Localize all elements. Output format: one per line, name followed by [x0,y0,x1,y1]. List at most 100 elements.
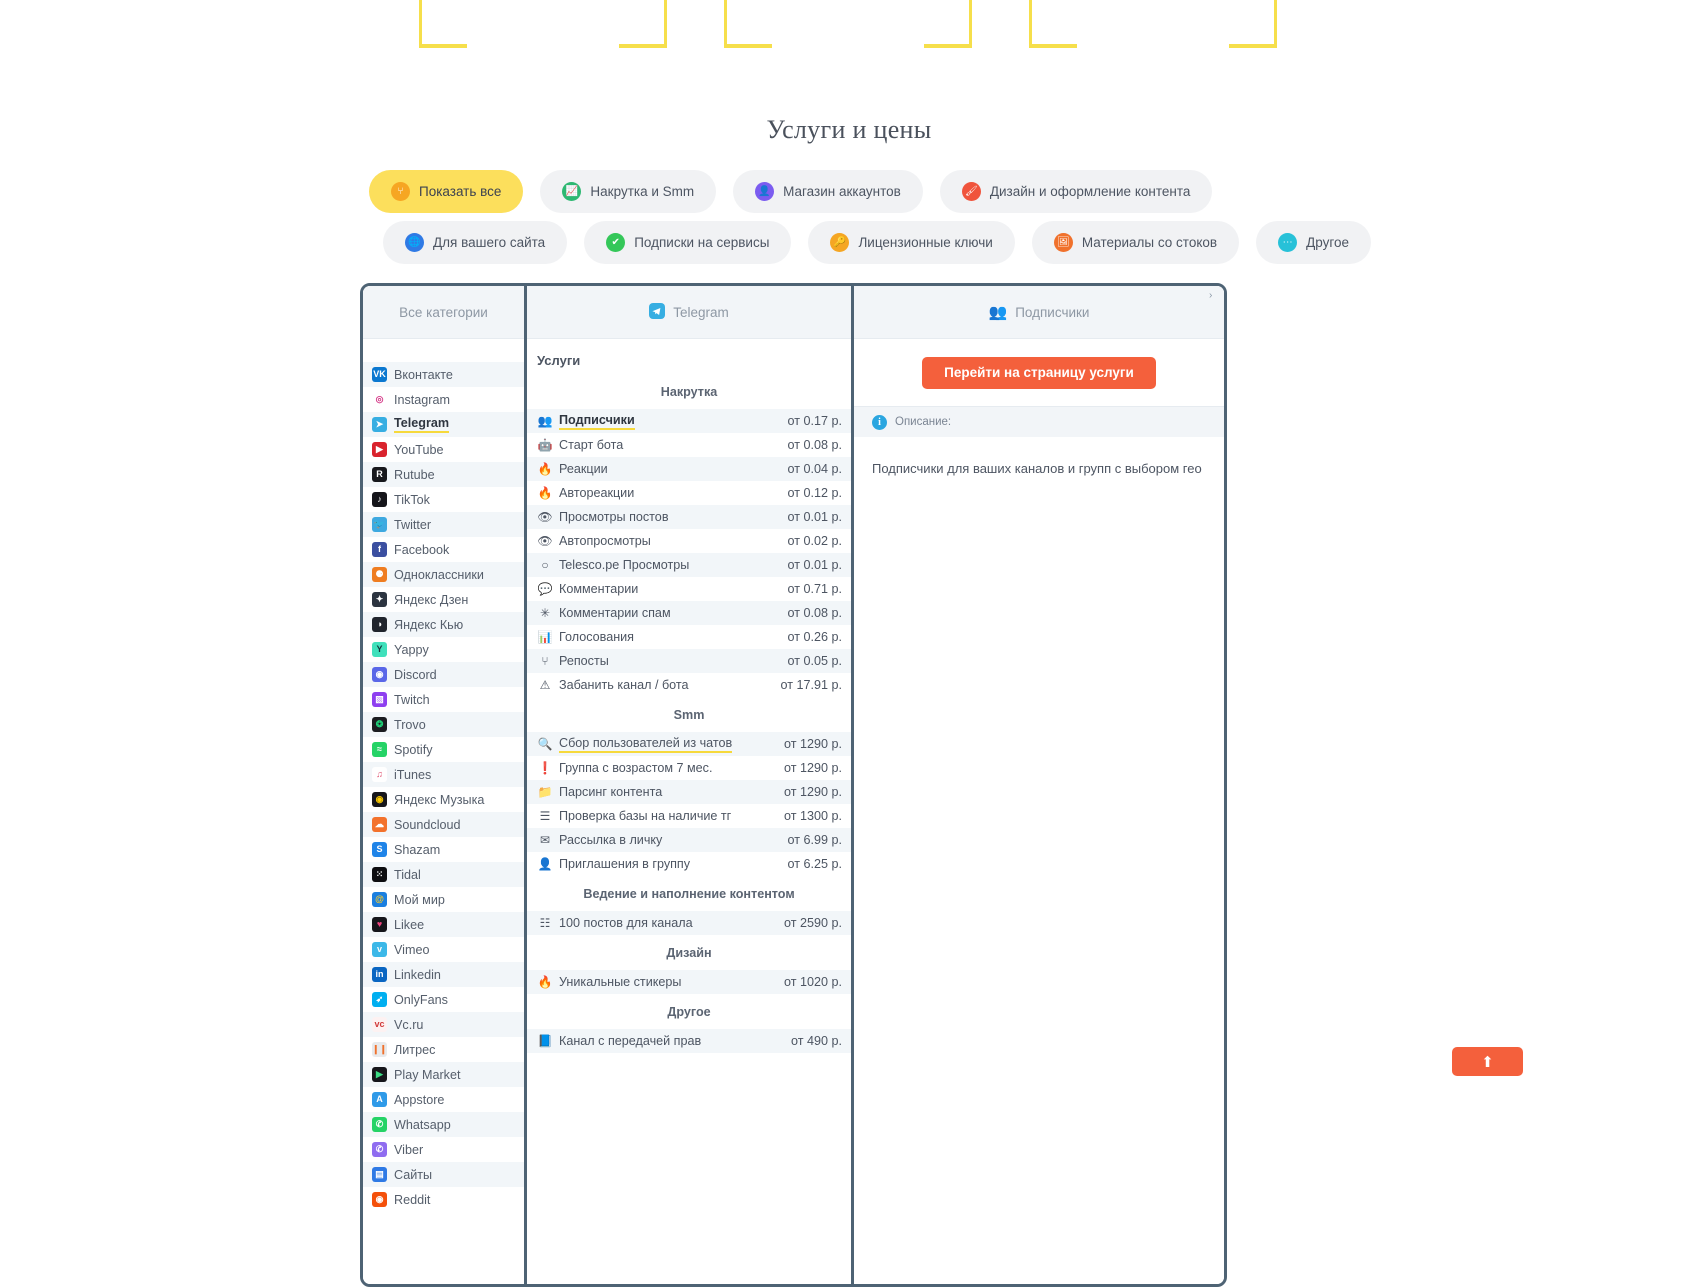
service-row[interactable]: ☷ 100 постов для канала от 2590 р. [527,911,851,935]
category-item[interactable]: ◑ Яндекс Кью [363,612,524,637]
category-item[interactable]: ◎ Instagram [363,387,524,412]
category-item[interactable]: ⚈ Одноклассники [363,562,524,587]
filter-pill-2[interactable]: 📈 Накрутка и Smm [540,170,717,213]
service-row[interactable]: ❗ Группа с возрастом 7 мес. от 1290 р. [527,756,851,780]
service-row[interactable]: 👁 Просмотры постов от 0.01 р. [527,505,851,529]
service-row[interactable]: 👤 Приглашения в группу от 6.25 р. [527,852,851,876]
category-item-label: Shazam [394,842,441,857]
category-item[interactable]: ♫ iTunes [363,762,524,787]
service-row[interactable]: 🔥 Реакции от 0.04 р. [527,457,851,481]
service-group-title: Другое [667,1005,711,1019]
filter-pill-3[interactable]: 👤 Магазин аккаунтов [733,170,923,213]
category-item[interactable]: @ Мой мир [363,887,524,912]
service-row[interactable]: ✳ Комментарии спам от 0.08 р. [527,601,851,625]
detail-header: 👥 Подписчики [854,286,1224,339]
category-item[interactable]: ☁ Soundcloud [363,812,524,837]
category-item[interactable]: ✆ Whatsapp [363,1112,524,1137]
scroll-to-top-button[interactable]: ⬆ [1452,1047,1523,1076]
service-row[interactable]: 🔥 Уникальные стикеры от 1020 р. [527,970,851,994]
chart-growth-icon: 📈 [562,182,582,201]
tidal-icon: ⁙ [372,867,387,882]
service-row[interactable]: ☰ Проверка базы на наличие тг от 1300 р. [527,804,851,828]
category-item[interactable]: ➤ Telegram [363,412,524,437]
service-row[interactable]: 📘 Канал с передачей прав от 490 р. [527,1029,851,1053]
go-to-service-page-button[interactable]: Перейти на страницу услуги [922,356,1156,389]
websites-icon: ▤ [372,1167,387,1182]
service-price: от 0.01 р. [787,558,842,572]
service-row[interactable]: 🤖 Старт бота от 0.08 р. [527,433,851,457]
service-name: Репосты [559,654,609,668]
service-row[interactable]: ✉ Рассылка в личку от 6.99 р. [527,828,851,852]
category-item[interactable]: ◉ Яндекс Музыка [363,787,524,812]
service-group-rows: 🔍 Сбор пользователей из чатов от 1290 р. ❗ Г… [527,732,851,876]
category-item[interactable]: ➶ OnlyFans [363,987,524,1012]
card-bottom-left-accent [1029,44,1077,48]
play-market-icon: ▶ [372,1067,387,1082]
youtube-icon: ▶ [372,442,387,457]
category-item[interactable]: ✆ Viber [363,1137,524,1162]
category-item[interactable]: in Linkedin [363,962,524,987]
category-item[interactable]: ▶ YouTube [363,437,524,462]
chevron-right-icon[interactable]: › [1209,291,1219,301]
service-name: Автопросмотры [559,534,651,548]
service-group-rows: 👥 Подписчики от 0.17 р. 🤖 Старт бота от 0.08 … [527,409,851,697]
service-row[interactable]: 📁 Парсинг контента от 1290 р. [527,780,851,804]
category-item[interactable]: ◉ Discord [363,662,524,687]
description-text: Подписчики для ваших каналов и групп с в… [872,461,1202,476]
category-item[interactable]: R Rutube [363,462,524,487]
category-item[interactable]: ♥ Likee [363,912,524,937]
service-row[interactable]: 💬 Комментарии от 0.71 р. [527,577,851,601]
filter-pill-4[interactable]: 🖌 Дизайн и оформление контента [939,170,1213,213]
service-row[interactable]: 🔍 Сбор пользователей из чатов от 1290 р. [527,732,851,756]
category-item-label: Facebook [394,542,450,557]
category-item[interactable]: ⁙ Tidal [363,862,524,887]
category-item[interactable]: ≈ Spotify [363,737,524,762]
category-item[interactable]: S Shazam [363,837,524,862]
linkedin-icon: in [372,967,387,982]
service-row[interactable]: 👁 Автопросмотры от 0.02 р. [527,529,851,553]
facebook-icon: f [372,542,387,557]
category-item[interactable]: v Vimeo [363,937,524,962]
category-item-label: Rutube [394,467,435,482]
category-item[interactable]: VK Вконтакте [363,362,524,387]
category-item[interactable]: ✦ Яндекс Дзен [363,587,524,612]
twitch-icon: ▧ [372,692,387,707]
service-row[interactable]: 📊 Голосования от 0.26 р. [527,625,851,649]
category-item[interactable]: ▤ Сайты [363,1162,524,1187]
filter-pill-4[interactable]: 🖼 Материалы со стоков [1031,221,1240,264]
filter-pill-3[interactable]: 🔑 Лицензионные ключи [808,221,1015,264]
category-item[interactable]: ◉ Reddit [363,1187,524,1212]
service-row[interactable]: 👥 Подписчики от 0.17 р. [527,409,851,433]
poll-icon: 📊 [537,630,553,644]
category-item[interactable]: vc Vc.ru [363,1012,524,1037]
category-item-label: Vc.ru [394,1017,424,1032]
category-item[interactable]: ▶ Play Market [363,1062,524,1087]
filter-pill-1[interactable]: ⑂ Показать все [369,170,524,213]
service-name: Комментарии спам [559,606,671,620]
service-row[interactable]: ⚠ Забанить канал / бота от 17.91 р. [527,673,851,697]
image-stock-icon: 🖼 [1053,233,1073,252]
category-item[interactable]: A Appstore [363,1087,524,1112]
service-group-rows: ☷ 100 постов для канала от 2590 р. [527,911,851,935]
category-item[interactable]: ▧ Twitch [363,687,524,712]
detail-action-bar: Перейти на страницу услуги [854,339,1224,407]
category-item-label: Linkedin [394,967,441,982]
category-item[interactable]: ❙❙ Литрес [363,1037,524,1062]
category-item[interactable]: f Facebook [363,537,524,562]
filter-pill-label: Материалы со стоков [1081,235,1218,250]
detail-header-label: Подписчики [1015,304,1090,320]
category-item[interactable]: ♪ TikTok [363,487,524,512]
filter-pill-5[interactable]: ⋯ Другое [1256,221,1371,264]
category-item[interactable]: Y Yappy [363,637,524,662]
category-item[interactable]: 🐦 Twitter [363,512,524,537]
filter-pill-1[interactable]: 🌐 Для вашего сайта [383,221,568,264]
service-row[interactable]: ⑂ Репосты от 0.05 р. [527,649,851,673]
service-row[interactable]: 🔥 Автореакции от 0.12 р. [527,481,851,505]
service-group-title: Дизайн [666,946,712,960]
yandex-zen-icon: ✦ [372,592,387,607]
category-item[interactable]: ❂ Trovo [363,712,524,737]
service-row[interactable]: ○ Telesco.pe Просмотры от 0.01 р. [527,553,851,577]
service-name: Приглашения в группу [559,857,691,871]
filter-pill-2[interactable]: ✔ Подписки на сервисы [584,221,792,264]
user-invite-icon: 👤 [537,857,553,871]
